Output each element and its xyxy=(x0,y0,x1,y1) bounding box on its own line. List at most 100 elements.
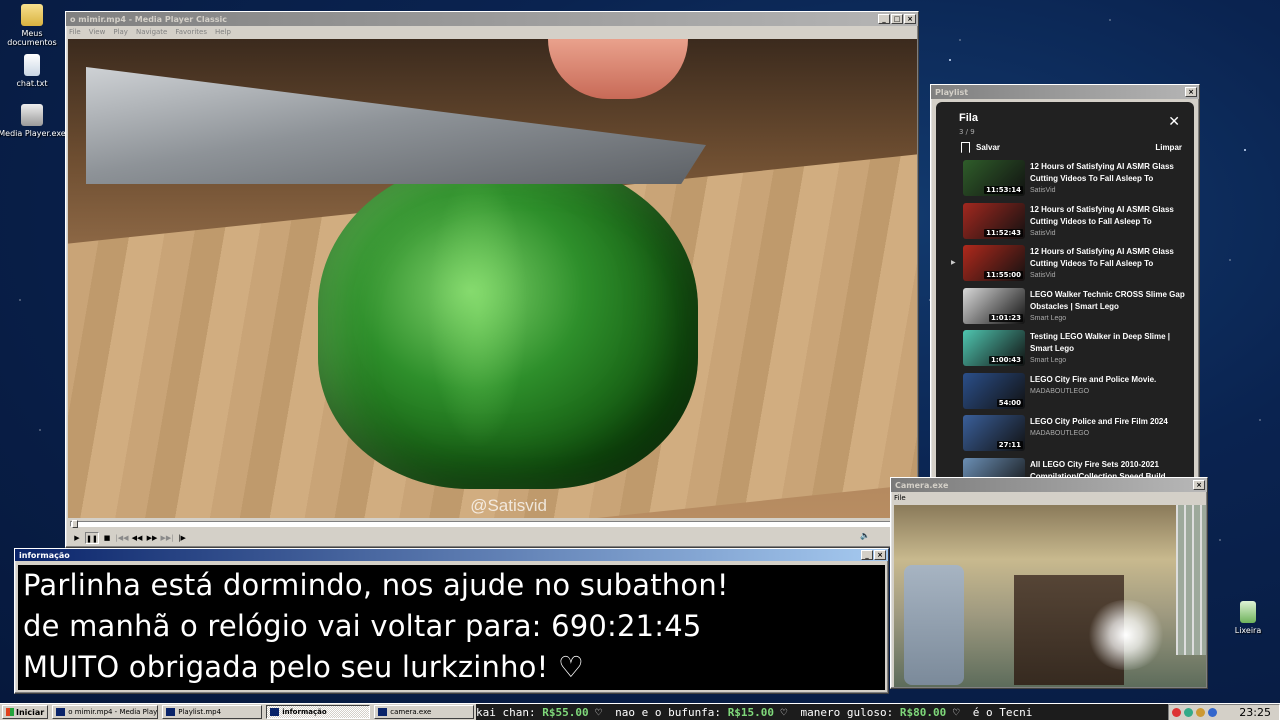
video-title: All LEGO City Fire Sets 2010-2021 Compil… xyxy=(1030,459,1166,478)
video-thumbnail: 11:52:43 xyxy=(963,202,1025,239)
minimize-button[interactable]: _ xyxy=(878,14,890,24)
speaker-icon[interactable] xyxy=(1196,708,1205,717)
info-line-1: Parlinha está dormindo, nos ajude no sub… xyxy=(23,568,729,602)
ticker-donor: kai chan: xyxy=(476,706,543,719)
camera-window[interactable]: Camera.exe × File xyxy=(890,477,1208,689)
playlist-item[interactable]: 11:53:14 12 Hours of Satisfying AI ASMR G… xyxy=(936,160,1194,203)
video-title: 12 Hours of Satisfying AI ASMR Glass Cut… xyxy=(1030,204,1174,226)
playlist-item[interactable]: 1:00:43 Testing LEGO Walker in Deep Slime… xyxy=(936,330,1194,373)
fast-forward-button[interactable]: ▶▶ xyxy=(145,532,159,544)
video-title: 12 Hours of Satisfying AI ASMR Glass Cut… xyxy=(1030,162,1174,183)
clear-button[interactable]: Limpar xyxy=(1155,143,1182,152)
queue-position: 3 / 9 xyxy=(959,128,975,136)
save-button[interactable]: Salvar xyxy=(961,142,1155,153)
window-icon xyxy=(270,708,280,716)
playlist-item[interactable]: 1:01:23 LEGO Walker Technic CROSS Slime G… xyxy=(936,287,1194,331)
menu-file[interactable]: File xyxy=(69,28,81,36)
playlist-item[interactable]: All LEGO City Fire Sets 2010-2021 Compil… xyxy=(936,457,1194,478)
close-button[interactable]: × xyxy=(874,550,886,560)
desktop-icon-recycle-bin[interactable]: Lixeira xyxy=(1213,601,1280,635)
next-button[interactable]: ▶▶| xyxy=(160,532,174,544)
shield-icon[interactable] xyxy=(1208,708,1217,717)
close-button[interactable]: × xyxy=(904,14,916,24)
hand xyxy=(548,39,688,99)
minimize-button[interactable]: _ xyxy=(861,550,873,560)
playlist-item[interactable]: 54:00 LEGO City Fire and Police Movie. MAD… xyxy=(936,372,1194,416)
queue-list: 11:53:14 12 Hours of Satisfying AI ASMR G… xyxy=(936,160,1194,477)
start-label: Iniciar xyxy=(16,707,45,717)
bookmark-icon xyxy=(961,142,970,153)
info-message: Parlinha está dormindo, nos ajude no sub… xyxy=(18,565,885,690)
menu-favorites[interactable]: Favorites xyxy=(175,28,207,36)
desktop-icon-my-documents[interactable]: Meus documentos xyxy=(0,4,67,47)
volume-icon[interactable]: 🔈 xyxy=(860,531,870,543)
pause-button[interactable]: ❚❚ xyxy=(85,532,99,544)
video-duration: 1:00:43 xyxy=(989,356,1023,364)
record-icon[interactable] xyxy=(1172,708,1181,717)
window-bars xyxy=(1176,505,1206,655)
taskbar: Iniciar o mimir.mp4 - Media Playe... Pla… xyxy=(0,703,1280,720)
menu-view[interactable]: View xyxy=(89,28,106,36)
task-camera[interactable]: camera.exe xyxy=(374,705,475,719)
close-icon[interactable]: ✕ xyxy=(1168,114,1180,130)
menu-play[interactable]: Play xyxy=(113,28,128,36)
info-line-2: de manhã o relógio vai voltar para: 690:… xyxy=(23,609,702,643)
text-file-icon xyxy=(24,54,40,76)
video-channel: MADABOUTLEGO xyxy=(1030,387,1090,395)
menu-navigate[interactable]: Navigate xyxy=(136,28,167,36)
camera-icon xyxy=(378,708,388,716)
media-player-window[interactable]: o mimir.mp4 - Media Player Classic _ □ ×… xyxy=(65,11,919,548)
ticker-amount: R$15.00 xyxy=(727,706,775,719)
info-window[interactable]: informação _ × Parlinha está dormindo, n… xyxy=(14,548,889,694)
video-area[interactable]: @Satisvid xyxy=(68,39,917,518)
playlist-window[interactable]: Playlist × Fila 3 / 9 ✕ Salvar Limpar 11… xyxy=(930,84,1200,480)
video-duration: 54:00 xyxy=(996,398,1023,407)
task-media-player[interactable]: o mimir.mp4 - Media Playe... xyxy=(52,705,159,719)
previous-button[interactable]: |◀◀ xyxy=(115,532,129,544)
video-thumbnail: 11:55:00 xyxy=(963,245,1025,281)
menu-help[interactable]: Help xyxy=(215,28,231,36)
video-thumbnail: 1:00:43 xyxy=(963,330,1025,366)
video-title: Testing LEGO Walker in Deep Slime | Smar… xyxy=(1030,332,1171,353)
desktop-icon-chat-txt[interactable]: chat.txt xyxy=(0,54,67,88)
playlist-item[interactable]: 27:11 LEGO City Police and Fire Film 2024… xyxy=(936,415,1194,458)
task-informacao[interactable]: informação xyxy=(266,705,371,719)
folder-icon xyxy=(21,4,43,26)
playlist-item[interactable]: 11:52:43 12 Hours of Satisfying AI ASMR G… xyxy=(936,202,1194,246)
stop-button[interactable]: ■ xyxy=(100,532,114,544)
camera-titlebar[interactable]: Camera.exe × xyxy=(891,478,1207,492)
ticker-donor: é o Tecni xyxy=(972,706,1033,719)
close-button[interactable]: × xyxy=(1193,480,1205,490)
maximize-button[interactable]: □ xyxy=(891,14,903,24)
play-button[interactable]: ▶ xyxy=(70,532,84,544)
recycle-bin-icon xyxy=(1240,601,1256,623)
heart-icon: ♡ xyxy=(946,706,973,719)
rewind-button[interactable]: ◀◀ xyxy=(130,532,144,544)
network-icon[interactable] xyxy=(1184,708,1193,717)
heart-icon: ♡ xyxy=(588,706,616,719)
task-playlist[interactable]: Playlist.mp4 xyxy=(162,705,263,719)
window-title: Camera.exe xyxy=(895,480,949,490)
video-thumbnail: 11:53:14 xyxy=(963,160,1025,196)
video-channel: SatisVid xyxy=(1030,229,1056,237)
playlist-titlebar[interactable]: Playlist × xyxy=(931,85,1199,99)
playlist-item[interactable]: ▶ 11:55:00 12 Hours of Satisfying AI ASMR … xyxy=(936,245,1194,288)
media-player-titlebar[interactable]: o mimir.mp4 - Media Player Classic _ □ × xyxy=(66,12,918,26)
video-thumbnail: 27:11 xyxy=(963,415,1025,451)
info-titlebar[interactable]: informação _ × xyxy=(15,549,888,561)
seek-thumb[interactable] xyxy=(72,520,78,528)
start-button[interactable]: Iniciar xyxy=(2,705,49,719)
window-title: informação xyxy=(19,550,70,560)
playback-controls: ▶ ❚❚ ■ |◀◀ ◀◀ ▶▶ ▶▶| |▶ xyxy=(70,531,190,545)
close-button[interactable]: × xyxy=(1185,87,1197,97)
seek-bar[interactable] xyxy=(70,520,915,528)
video-duration: 1:01:23 xyxy=(989,313,1023,322)
menu-file[interactable]: File xyxy=(894,494,906,502)
camera-feed xyxy=(894,505,1206,687)
queue-title: Fila xyxy=(959,112,978,124)
media-player-icon xyxy=(21,104,43,126)
desktop-icon-media-player[interactable]: Media Player.exe xyxy=(0,104,67,138)
frame-step-button[interactable]: |▶ xyxy=(175,532,189,544)
heart-icon: ♡ xyxy=(774,706,801,719)
clock: 23:25 xyxy=(1239,706,1271,719)
